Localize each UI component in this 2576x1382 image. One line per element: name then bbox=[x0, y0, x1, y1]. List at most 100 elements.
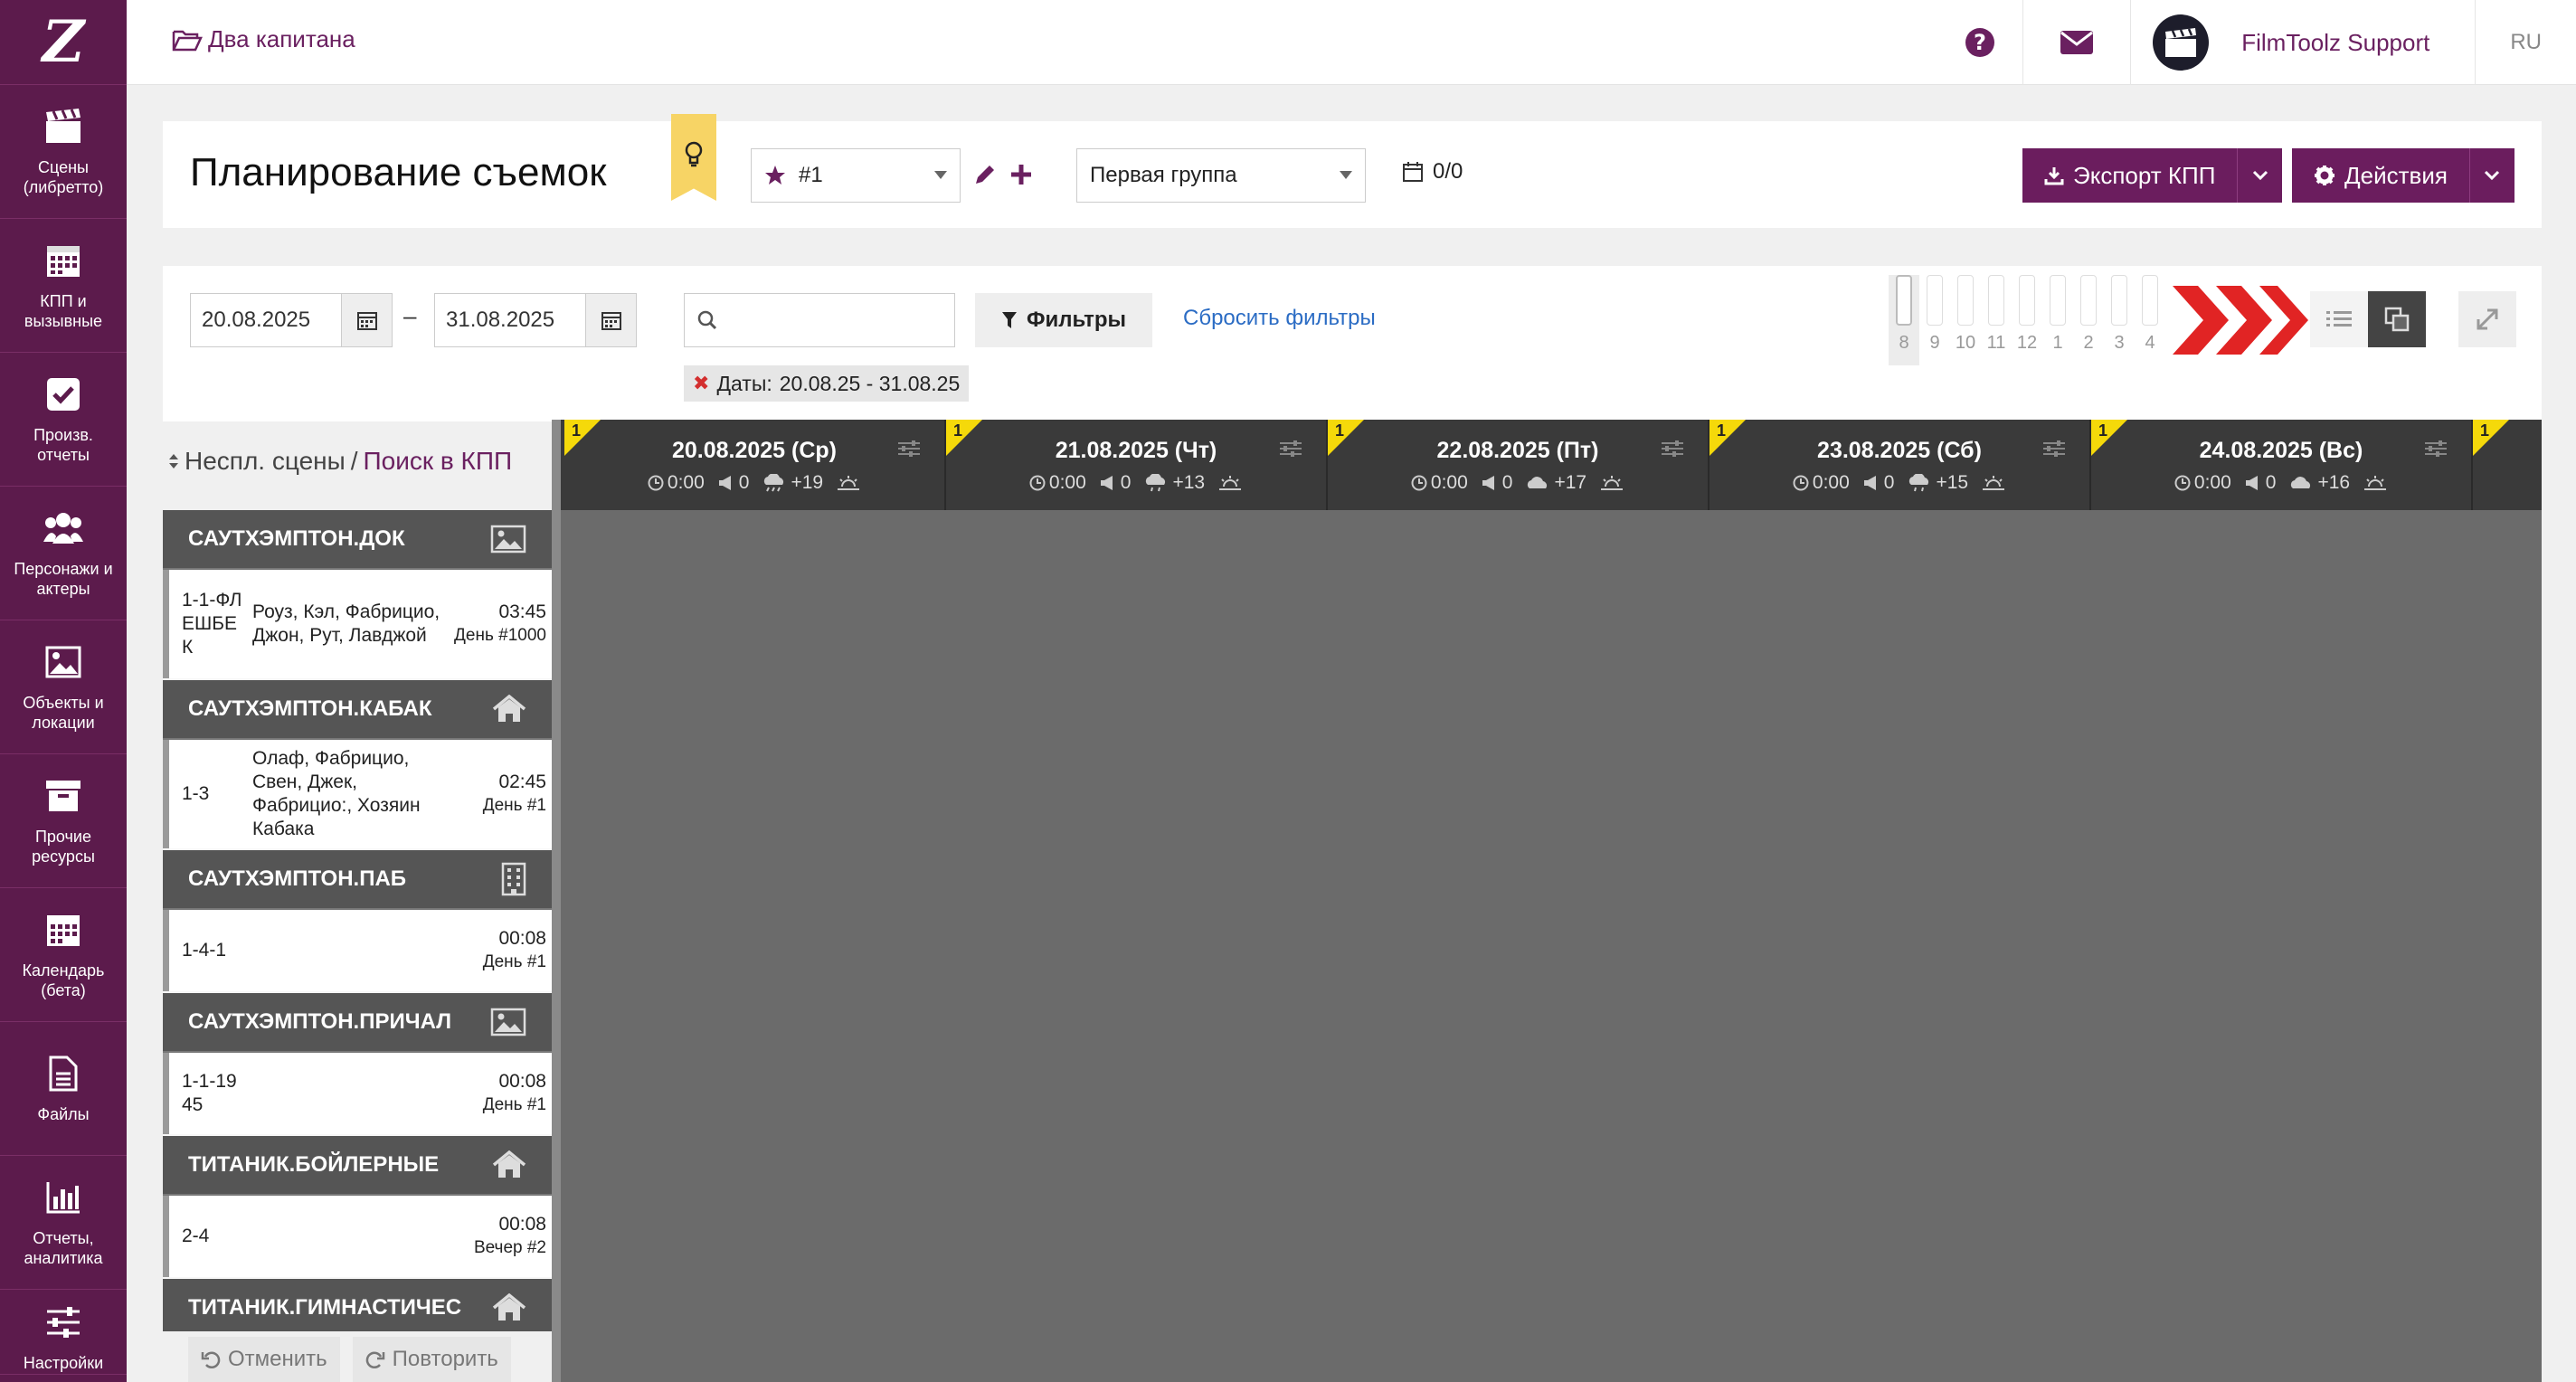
add-version-button[interactable] bbox=[1008, 161, 1035, 188]
actions-button[interactable]: Действия bbox=[2292, 148, 2469, 203]
zoom-level[interactable]: 11 bbox=[1981, 275, 2012, 365]
group-select[interactable]: Первая группа bbox=[1076, 148, 1366, 203]
language-label: RU bbox=[2510, 30, 2542, 54]
scene-card[interactable]: 1-1-ФЛЕШБЕК Роуз, Кэл, Фабрицио, Джон, Р… bbox=[163, 570, 554, 678]
zoom-level[interactable]: 4 bbox=[2135, 275, 2165, 365]
scene-card[interactable]: 1-4-1 00:08 День #1 bbox=[163, 910, 554, 991]
language-switcher[interactable]: RU bbox=[2475, 0, 2576, 85]
sunrise-icon bbox=[838, 476, 860, 490]
help-button[interactable]: ? bbox=[1937, 0, 2022, 85]
day-column-header[interactable]: 1 23.08.2025 (Сб) 0:00 0 +15 bbox=[1709, 420, 2091, 510]
tips-bookmark[interactable] bbox=[671, 114, 716, 201]
reset-filters-link[interactable]: Сбросить фильтры bbox=[1183, 306, 1376, 331]
board-view-button[interactable] bbox=[2368, 291, 2426, 347]
actions-dropdown-button[interactable] bbox=[2468, 148, 2514, 203]
zoom-level[interactable]: 8 bbox=[1889, 275, 1919, 365]
zoom-level[interactable]: 10 bbox=[1950, 275, 1981, 365]
location-header[interactable]: САУТХЭМПТОН.КАБАК bbox=[163, 680, 554, 740]
zoom-level[interactable]: 12 bbox=[2012, 275, 2042, 365]
megaphone-icon bbox=[718, 476, 731, 490]
day-settings-icon[interactable] bbox=[1279, 440, 1302, 458]
group-value: Первая группа bbox=[1090, 163, 1237, 187]
remove-chip-icon[interactable]: ✖ bbox=[693, 372, 709, 395]
megaphone-icon bbox=[1863, 476, 1876, 490]
nav-characters[interactable]: Персонажи и актеры bbox=[0, 487, 127, 620]
nav-kpp[interactable]: КПП и вызывные bbox=[0, 219, 127, 353]
list-icon bbox=[2326, 311, 2352, 327]
cloud-rain-icon bbox=[1909, 474, 1929, 492]
version-select[interactable]: #1 bbox=[751, 148, 961, 203]
users-icon bbox=[43, 508, 83, 548]
search-input[interactable] bbox=[684, 293, 955, 347]
date-to-calendar-button[interactable] bbox=[585, 294, 636, 346]
check-square-icon bbox=[43, 374, 83, 414]
zoom-level[interactable]: 9 bbox=[1919, 275, 1950, 365]
nav-analytics[interactable]: Отчеты, аналитика bbox=[0, 1156, 127, 1290]
location-header[interactable]: ТИТАНИК.ГИМНАСТИЧЕС bbox=[163, 1279, 554, 1331]
nav-files[interactable]: Файлы bbox=[0, 1022, 127, 1156]
day-column-header[interactable]: 1 22.08.2025 (Пт) 0:00 0 +17 bbox=[1328, 420, 1709, 510]
day-column-header[interactable]: 1 20.08.2025 (Ср) 0:00 0 +19 bbox=[564, 420, 946, 510]
shooting-board[interactable]: 1 20.08.2025 (Ср) 0:00 0 +19 1 21.08.202… bbox=[561, 420, 2542, 1382]
day-column-header[interactable]: 1 bbox=[2473, 420, 2542, 510]
redo-button[interactable]: Повторить bbox=[352, 1337, 511, 1382]
chevron-down-icon bbox=[2252, 170, 2268, 181]
chevron-down-icon bbox=[934, 171, 947, 179]
nav-settings[interactable]: Настройки bbox=[0, 1290, 127, 1375]
day-column-header[interactable]: 1 21.08.2025 (Чт) 0:00 0 +13 bbox=[946, 420, 1328, 510]
day-settings-icon[interactable] bbox=[2424, 440, 2448, 458]
top-bar: Два капитана ? FilmToolz Support RU bbox=[127, 0, 2576, 85]
sort-icon[interactable] bbox=[168, 452, 179, 470]
export-dropdown-button[interactable] bbox=[2237, 148, 2282, 203]
list-view-button[interactable] bbox=[2310, 291, 2368, 347]
days-header: 1 20.08.2025 (Ср) 0:00 0 +19 1 21.08.202… bbox=[561, 420, 2542, 510]
undo-button[interactable]: Отменить bbox=[188, 1337, 340, 1382]
edit-version-button[interactable] bbox=[971, 161, 999, 188]
home-icon bbox=[492, 695, 526, 722]
date-from-field[interactable]: 20.08.2025 bbox=[190, 293, 393, 347]
red-chevrons-icon bbox=[2173, 286, 2308, 355]
messages-button[interactable] bbox=[2022, 0, 2130, 85]
plus-icon bbox=[1011, 165, 1031, 185]
search-in-kpp-link[interactable]: Поиск в КПП bbox=[364, 447, 513, 476]
unused-scenes-label: Неспл. сцены bbox=[185, 447, 346, 475]
project-breadcrumb[interactable]: Два капитана bbox=[172, 25, 355, 53]
export-kpp-button[interactable]: Экспорт КПП bbox=[2022, 148, 2237, 203]
zoom-level[interactable]: 2 bbox=[2073, 275, 2104, 365]
date-from-calendar-button[interactable] bbox=[341, 294, 392, 346]
nav-calendar[interactable]: Календарь (бета) bbox=[0, 888, 127, 1022]
expand-icon bbox=[2477, 308, 2498, 330]
location-header[interactable]: ТИТАНИК.БОЙЛЕРНЫЕ bbox=[163, 1136, 554, 1196]
calendar-icon bbox=[43, 910, 83, 950]
actions-group: Действия bbox=[2292, 148, 2514, 203]
fullscreen-button[interactable] bbox=[2458, 291, 2516, 347]
location-header[interactable]: САУТХЭМПТОН.ПАБ bbox=[163, 850, 554, 910]
day-settings-icon[interactable] bbox=[897, 440, 921, 458]
nav-resources[interactable]: Прочие ресурсы bbox=[0, 754, 127, 888]
day-column-header[interactable]: 1 24.08.2025 (Вс) 0:00 0 +16 bbox=[2091, 420, 2473, 510]
nav-scenes[interactable]: Сцены (либретто) bbox=[0, 85, 127, 219]
location-header[interactable]: САУТХЭМПТОН.ДОК bbox=[163, 510, 554, 570]
zoom-level[interactable]: 3 bbox=[2104, 275, 2135, 365]
nav-reports[interactable]: Произв. отчеты bbox=[0, 353, 127, 487]
clock-icon bbox=[648, 475, 664, 491]
clapperboard-icon bbox=[2165, 28, 2197, 57]
day-settings-icon[interactable] bbox=[2042, 440, 2066, 458]
filters-button[interactable]: Фильтры bbox=[975, 293, 1152, 347]
user-menu[interactable]: FilmToolz Support bbox=[2130, 0, 2475, 85]
location-header[interactable]: САУТХЭМПТОН.ПРИЧАЛ bbox=[163, 993, 554, 1053]
export-kpp-label: Экспорт КПП bbox=[2073, 161, 2216, 189]
day-settings-icon[interactable] bbox=[1661, 440, 1684, 458]
lightbulb-icon bbox=[685, 141, 703, 167]
sliders-icon bbox=[43, 1302, 83, 1342]
zoom-level[interactable]: 1 bbox=[2042, 275, 2073, 365]
scene-card[interactable]: 1-3 Олаф, Фабрицио, Свен, Джек, Фабрицио… bbox=[163, 740, 554, 848]
scene-card[interactable]: 2-4 00:08 Вечер #2 bbox=[163, 1196, 554, 1277]
app-logo[interactable]: Z bbox=[0, 0, 127, 85]
scene-card[interactable]: 1-1-1945 00:08 День #1 bbox=[163, 1053, 554, 1134]
nav-locations[interactable]: Объекты и локации bbox=[0, 620, 127, 754]
clapperboard-icon bbox=[43, 107, 83, 147]
unused-scenes-list[interactable]: САУТХЭМПТОН.ДОК 1-1-ФЛЕШБЕК Роуз, Кэл, Ф… bbox=[163, 510, 554, 1331]
redo-icon bbox=[365, 1351, 384, 1369]
date-to-field[interactable]: 31.08.2025 bbox=[434, 293, 637, 347]
